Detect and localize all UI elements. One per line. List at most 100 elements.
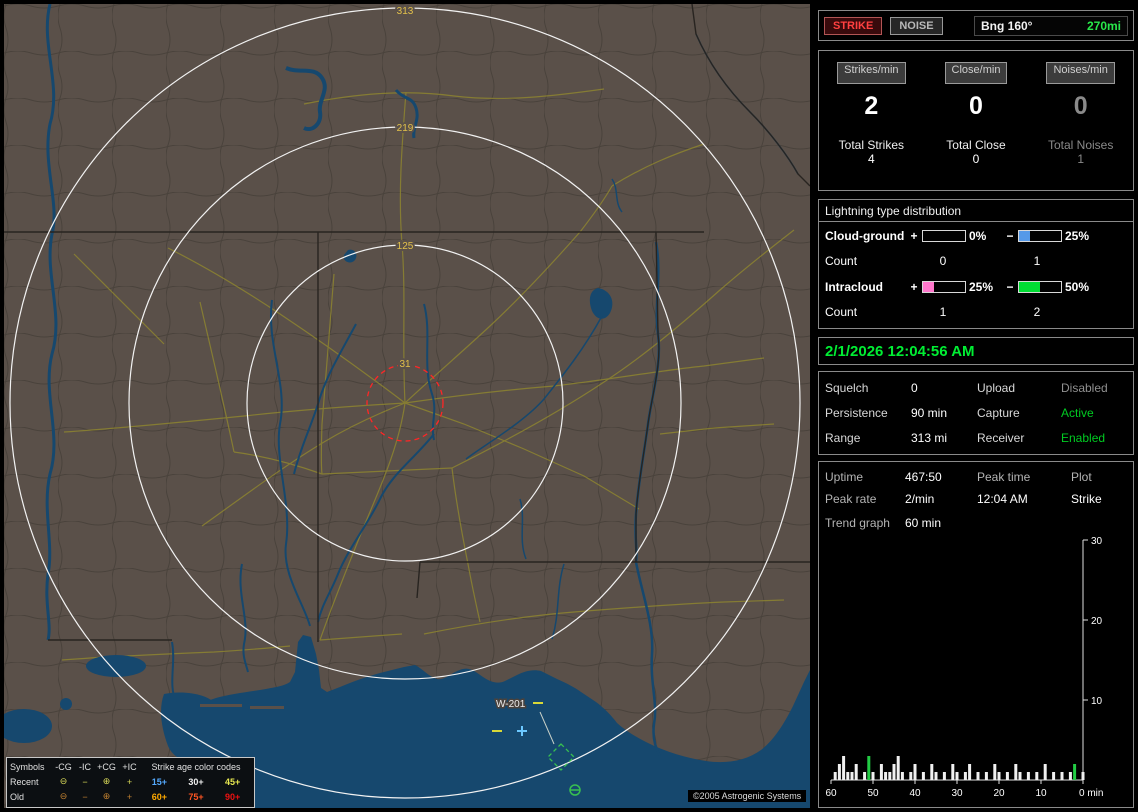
squelch-label: Squelch <box>825 381 911 395</box>
legend-age-values: 60+ 75+ 90+ <box>141 792 251 802</box>
nexstorm-app: { "map": { "ring_labels": { "outer": "31… <box>0 0 1138 812</box>
x-tick-label: 60 <box>825 788 837 799</box>
cg-pos-icon: ⊕ <box>95 791 118 802</box>
persistence-label: Persistence <box>825 406 911 420</box>
trend-bar <box>1044 764 1047 780</box>
datetime-display: 2/1/2026 12:04:56 AM <box>825 343 975 360</box>
legend-type-header: +IC <box>118 762 141 772</box>
cloud-ground-count-row: Count 0 1 <box>819 248 1133 273</box>
x-tick-label: 20 <box>993 788 1005 799</box>
trend-bar <box>851 772 854 780</box>
trend-bar <box>993 764 996 780</box>
trend-bar <box>964 772 967 780</box>
legend-age-values: 15+ 30+ 45+ <box>141 777 251 787</box>
status-panel: Uptime 467:50 Peak time Plot Peak rate 2… <box>818 461 1134 808</box>
uptime-label: Uptime <box>825 470 905 484</box>
peak-time-label: Peak time <box>977 470 1071 484</box>
noises-per-min-value: 0 <box>1074 92 1088 121</box>
age-badge: 60+ <box>152 792 167 802</box>
trend-bar <box>922 772 925 780</box>
ring-label-31: 31 <box>399 359 411 370</box>
ring-label-219: 219 <box>397 123 414 134</box>
noise-indicator-button[interactable]: NOISE <box>890 17 942 35</box>
trend-bar <box>943 772 946 780</box>
datetime-panel: 2/1/2026 12:04:56 AM <box>818 337 1134 365</box>
intracloud-count-row: Count 1 2 <box>819 299 1133 324</box>
sidebar: STRIKE NOISE Bng 160° 270mi Strikes/min … <box>818 0 1134 808</box>
legend-type-header: +CG <box>95 762 118 772</box>
trend-bar <box>1006 772 1009 780</box>
ic-minus-bar <box>1018 281 1062 293</box>
ic-neg-icon: − <box>75 777 95 787</box>
trend-bar <box>914 764 917 780</box>
upload-label: Upload <box>977 381 1061 395</box>
ic-minus-count: 2 <box>1013 305 1061 319</box>
intracloud-row: Intracloud + 25% − 50% <box>819 274 1133 299</box>
cg-minus-count: 1 <box>1013 254 1061 268</box>
trend-bar <box>867 756 870 780</box>
x-tick-label: 40 <box>909 788 921 799</box>
distance-value: 270mi <box>1087 19 1121 33</box>
trend-bar <box>1035 772 1038 780</box>
legend-row-label: Recent <box>10 777 52 787</box>
noises-per-min-badge: Noises/min <box>1046 62 1114 84</box>
strike-indicator-button[interactable]: STRIKE <box>824 17 882 35</box>
x-tick-label: 10 <box>1035 788 1047 799</box>
trend-bar <box>930 764 933 780</box>
trend-bar <box>838 764 841 780</box>
ic-minus-percent: 50% <box>1065 280 1101 294</box>
count-label: Count <box>825 254 909 268</box>
y-tick-label: 10 <box>1091 696 1103 707</box>
bearing-display: Bng 160° 270mi <box>974 16 1128 36</box>
trend-bar <box>846 772 849 780</box>
plus-sign: + <box>909 280 919 294</box>
storm-cell-label: W-201 <box>496 699 526 710</box>
ic-plus-count: 1 <box>919 305 967 319</box>
cg-pos-icon: ⊕ <box>95 776 118 787</box>
cg-plus-count: 0 <box>919 254 967 268</box>
trend-bar <box>1073 764 1076 780</box>
trend-bar <box>951 764 954 780</box>
trend-bar <box>998 772 1001 780</box>
trend-bar <box>935 772 938 780</box>
strikes-per-min-badge: Strikes/min <box>837 62 905 84</box>
legend-type-header: -IC <box>75 762 95 772</box>
count-label: Count <box>825 305 909 319</box>
trend-bar <box>842 756 845 780</box>
peak-rate-value: 2/min <box>905 492 977 506</box>
cg-plus-percent: 0% <box>969 229 1005 243</box>
trend-bar <box>985 772 988 780</box>
age-badge: 45+ <box>225 777 240 787</box>
close-per-min-badge: Close/min <box>945 62 1008 84</box>
trend-window-value: 60 min <box>905 516 1127 530</box>
map-canvas: 313 219 125 31 W-201 Symbols -CG -IC +CG… <box>4 4 810 808</box>
peak-rate-label: Peak rate <box>825 492 905 506</box>
uptime-value: 467:50 <box>905 470 977 484</box>
trend-bar <box>855 764 858 780</box>
y-tick-label: 30 <box>1091 536 1103 547</box>
x-tick-label: 30 <box>951 788 963 799</box>
trend-bar <box>1019 772 1022 780</box>
trend-graph: 3020106050403020100 min <box>819 530 1133 811</box>
minus-sign: − <box>1005 280 1015 294</box>
trend-bar <box>1082 772 1085 780</box>
trend-bar <box>977 772 980 780</box>
trend-bar <box>1061 772 1064 780</box>
total-close-label: Total Close <box>946 138 1005 152</box>
total-close-value: 0 <box>973 152 980 172</box>
persistence-value: 90 min <box>911 406 977 420</box>
ic-plus-percent: 25% <box>969 280 1005 294</box>
trend-bar <box>888 772 891 780</box>
total-strikes-label: Total Strikes <box>839 138 904 152</box>
plot-value: Strike <box>1071 492 1127 506</box>
distribution-panel: Lightning type distribution Cloud-ground… <box>818 199 1134 329</box>
trend-bar <box>834 772 837 780</box>
close-per-min-value: 0 <box>969 92 983 121</box>
total-noises-label: Total Noises <box>1048 138 1113 152</box>
trend-graph-svg: 3020106050403020100 min <box>823 534 1129 806</box>
cg-neg-icon: ⊖ <box>52 791 75 802</box>
minus-sign: − <box>1005 229 1015 243</box>
cg-neg-icon: ⊖ <box>52 776 75 787</box>
peak-time-value: 12:04 AM <box>977 492 1071 506</box>
legend-symbols-header: Symbols <box>10 762 52 772</box>
